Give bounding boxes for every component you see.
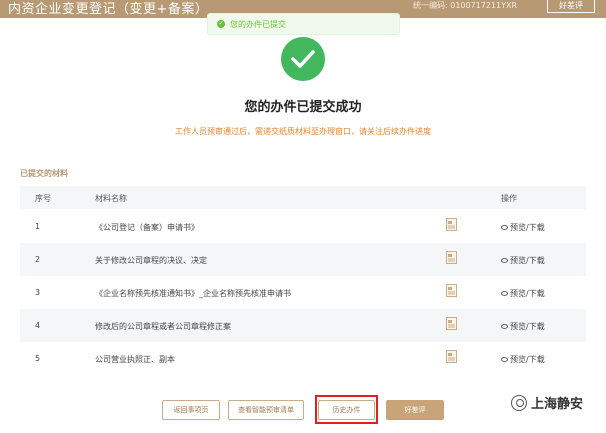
row-index: 3	[35, 288, 41, 297]
unified-code: 统一编码: 0100717211YXR	[413, 1, 518, 10]
toast-text: 您的办件已提交	[230, 20, 286, 29]
preview-download-link[interactable]: 预览/下载	[501, 321, 545, 332]
table-row: 2 关于修改公司章程的决议、决定 预览/下载	[20, 243, 586, 276]
col-action: 操作	[501, 194, 517, 203]
row-index: 5	[35, 354, 41, 363]
success-toast: ✓ 您的办件已提交	[207, 13, 400, 35]
document-icon[interactable]	[446, 350, 457, 363]
rate-header-button[interactable]: 好差评	[547, 0, 595, 13]
col-index: 序号	[35, 194, 51, 203]
eye-icon	[501, 357, 508, 362]
eye-icon	[501, 324, 508, 329]
table-row: 4 修改后的公司章程或者公司章程修正案 预览/下载	[20, 309, 586, 342]
material-name: 公司营业执照正、副本	[95, 355, 175, 364]
table-row: 1 《公司登记（备案）申请书》 预览/下载	[20, 210, 586, 243]
preview-download-link[interactable]: 预览/下载	[501, 354, 545, 365]
preview-download-link[interactable]: 预览/下载	[501, 255, 545, 266]
preview-download-link[interactable]: 预览/下载	[501, 288, 545, 299]
row-index: 4	[35, 321, 41, 330]
back-to-item-button[interactable]: 返回事项页	[162, 400, 220, 420]
check-circle-icon: ✓	[217, 20, 225, 28]
table-header: 序号 材料名称 操作	[20, 186, 586, 209]
page-title: 内资企业变更登记（变更+备案）	[8, 2, 209, 17]
rate-button[interactable]: 好差评	[386, 400, 444, 420]
eye-icon	[501, 291, 508, 296]
wechat-logo-icon	[511, 394, 527, 411]
table-row: 3 《企业名称预先核准通知书》_企业名称预先核准申请书 预览/下载	[20, 276, 586, 309]
eye-icon	[501, 225, 508, 230]
watermark-text: 上海静安	[531, 397, 584, 412]
document-icon[interactable]	[446, 251, 457, 264]
material-name: 《公司登记（备案）申请书》	[95, 223, 199, 232]
section-label: 已提交的材料	[20, 169, 68, 178]
success-title: 您的办件已提交成功	[244, 100, 362, 115]
highlight-box	[315, 395, 378, 424]
view-prereview-list-button[interactable]: 查看智能预审清单	[228, 400, 304, 420]
material-name: 关于修改公司章程的决议、决定	[95, 256, 207, 265]
document-icon[interactable]	[446, 284, 457, 297]
col-name: 材料名称	[95, 194, 127, 203]
document-icon[interactable]	[446, 218, 457, 231]
material-name: 《企业名称预先核准通知书》_企业名称预先核准申请书	[95, 289, 291, 298]
document-icon[interactable]	[446, 317, 457, 330]
submission-notice: 工作人员预审通过后，需递交纸质材料至办理窗口，请关注后续办件进度	[175, 127, 431, 136]
row-index: 2	[35, 255, 41, 264]
preview-download-link[interactable]: 预览/下载	[501, 222, 545, 233]
eye-icon	[501, 258, 508, 263]
material-name: 修改后的公司章程或者公司章程修正案	[95, 322, 231, 331]
table-row: 5 公司营业执照正、副本 预览/下载	[20, 342, 586, 375]
watermark: 上海静安	[511, 393, 583, 412]
success-check-icon	[281, 37, 325, 81]
row-index: 1	[35, 222, 41, 231]
